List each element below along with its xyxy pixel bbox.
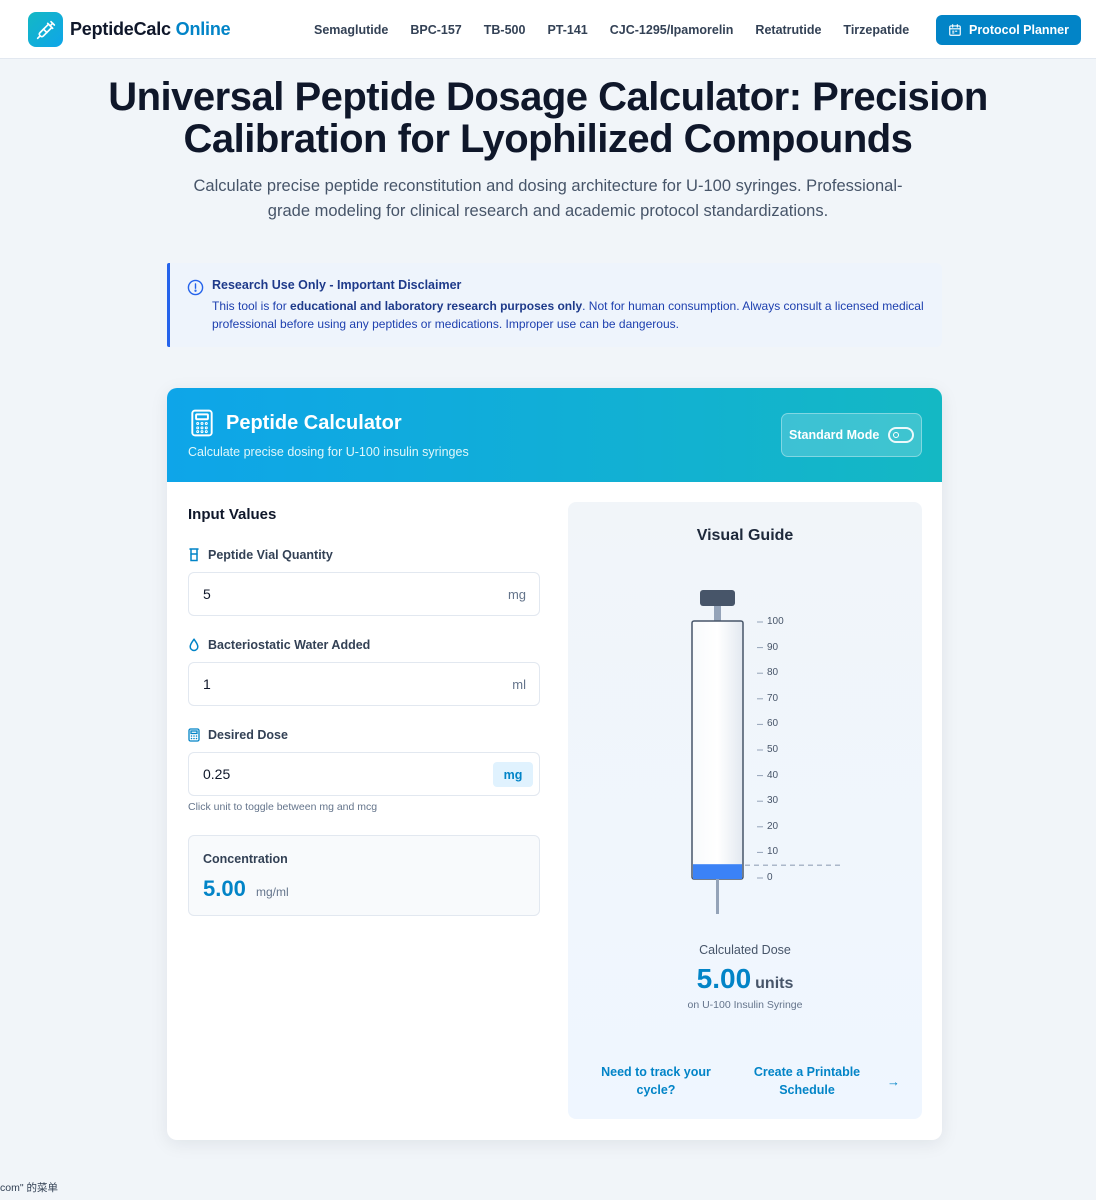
concentration-unit: mg/ml xyxy=(256,885,289,899)
main-nav: Semaglutide BPC-157 TB-500 PT-141 CJC-12… xyxy=(303,0,920,59)
nav-tb-500[interactable]: TB-500 xyxy=(484,23,526,37)
dose-unit-toggle[interactable]: mg xyxy=(493,762,533,787)
disclaimer-text: This tool is for educational and laborat… xyxy=(212,299,924,331)
calculator-title: Peptide Calculator xyxy=(226,412,402,434)
concentration-panel: Concentration 5.00 mg/ml xyxy=(188,835,540,916)
nav-pt-141[interactable]: PT-141 xyxy=(547,23,587,37)
scale-tick-label: 60 xyxy=(767,718,779,730)
desired-dose-input[interactable]: 0.25 mg xyxy=(188,752,540,796)
bacteriostatic-water-unit: ml xyxy=(512,677,526,692)
desired-dose-label: Desired Dose xyxy=(188,728,288,742)
scale-tick-label: 10 xyxy=(767,846,779,858)
syringe-fill xyxy=(693,864,742,879)
bacteriostatic-water-value: 1 xyxy=(203,676,211,692)
visual-guide-panel: Visual Guide 100 90 80 70 60 50 40 30 20… xyxy=(568,502,922,1119)
status-tooltip: com" 的菜单 xyxy=(0,1182,58,1194)
nav-retatrutide[interactable]: Retatrutide xyxy=(755,23,821,37)
page-title: Universal Peptide Dosage Calculator: Pre… xyxy=(108,75,988,161)
nav-tirzepatide[interactable]: Tirzepatide xyxy=(843,23,909,37)
calculated-dose-value: 5.00 xyxy=(696,963,752,994)
syringe-icon xyxy=(28,12,63,47)
site-logo[interactable]: PeptideCalc Online xyxy=(28,12,231,47)
droplet-icon xyxy=(189,638,199,652)
syringe-barrel xyxy=(691,620,744,880)
calculator-icon xyxy=(191,409,213,437)
disclaimer-banner: Research Use Only - Important Disclaimer… xyxy=(167,263,942,347)
scale-tick-label: 40 xyxy=(767,769,779,781)
beaker-icon xyxy=(189,548,199,562)
vial-quantity-unit: mg xyxy=(507,587,526,602)
bacteriostatic-water-input[interactable]: 1 ml xyxy=(188,662,540,706)
syringe-needle xyxy=(716,879,719,914)
vial-quantity-label: Peptide Vial Quantity xyxy=(188,548,333,562)
nav-semaglutide[interactable]: Semaglutide xyxy=(314,23,388,37)
scale-tick-label: 80 xyxy=(767,667,779,679)
disclaimer-title: Research Use Only - Important Disclaimer xyxy=(212,278,462,292)
calculator-header: Peptide Calculator Calculate precise dos… xyxy=(167,388,942,482)
input-values-heading: Input Values xyxy=(188,506,277,523)
info-icon xyxy=(187,279,204,296)
calendar-icon xyxy=(949,24,961,36)
calculated-dose-unit: units xyxy=(755,975,794,992)
concentration-label: Concentration xyxy=(203,852,288,866)
nav-bpc-157[interactable]: BPC-157 xyxy=(410,23,461,37)
page-subtitle: Calculate precise peptide reconstitution… xyxy=(193,177,903,220)
standard-mode-toggle[interactable]: Standard Mode xyxy=(781,413,922,457)
logo-text: PeptideCalc Online xyxy=(70,19,231,39)
vial-quantity-input[interactable]: 5 mg xyxy=(188,572,540,616)
plunger-rod xyxy=(714,606,721,621)
top-navbar: PeptideCalc Online Semaglutide BPC-157 T… xyxy=(0,0,1096,59)
calculator-card: Peptide Calculator Calculate precise dos… xyxy=(167,388,942,1140)
protocol-planner-button[interactable]: Protocol Planner xyxy=(936,15,1081,45)
arrow-right-icon[interactable]: → xyxy=(887,1074,900,1089)
desired-dose-value: 0.25 xyxy=(203,766,231,782)
protocol-planner-label: Protocol Planner xyxy=(968,23,1070,37)
scale-tick-label: 70 xyxy=(767,692,779,704)
printable-schedule-link[interactable]: Create a Printable Schedule xyxy=(743,1064,871,1099)
calculator-subtitle: Calculate precise dosing for U-100 insul… xyxy=(188,445,469,459)
scale-tick-label: 90 xyxy=(767,641,779,653)
concentration-value: 5.00 xyxy=(203,876,246,901)
scale-tick-label: 50 xyxy=(767,744,779,755)
calculator-small-icon xyxy=(188,728,200,742)
bacteriostatic-water-label: Bacteriostatic Water Added xyxy=(188,638,370,652)
scale-tick-label: 0 xyxy=(767,872,773,883)
plunger-cap xyxy=(700,590,735,606)
unit-toggle-hint: Click unit to toggle between mg and mcg xyxy=(188,801,378,813)
disclaimer-emphasis: educational and laboratory research purp… xyxy=(290,299,583,313)
mode-label: Standard Mode xyxy=(789,428,880,442)
scale-tick-label: 20 xyxy=(767,820,779,832)
syringe-type-note: on U-100 Insulin Syringe xyxy=(687,999,803,1011)
vial-quantity-value: 5 xyxy=(203,586,211,602)
nav-cjc-1295-ipamorelin[interactable]: CJC-1295/Ipamorelin xyxy=(610,23,734,37)
scale-tick-label: 100 xyxy=(767,616,784,627)
syringe-illustration xyxy=(691,590,840,914)
track-cycle-prompt: Need to track your cycle? xyxy=(601,1065,711,1097)
scale-tick-label: 30 xyxy=(767,795,779,807)
calculated-dose-label: Calculated Dose xyxy=(699,943,791,957)
calculated-dose: 5.00 units xyxy=(568,963,922,995)
toggle-switch-icon xyxy=(888,427,914,443)
